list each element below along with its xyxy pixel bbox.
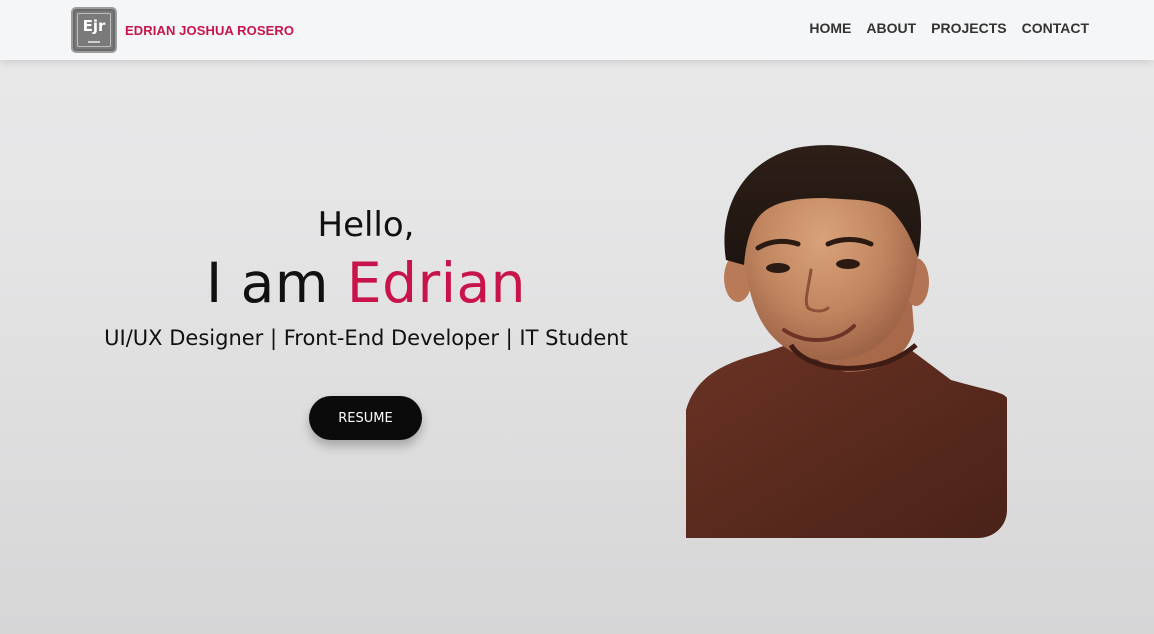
headline-name: Edrian [346, 251, 527, 315]
headline: I am Edrian [70, 253, 662, 314]
nav-contact[interactable]: CONTACT [1022, 20, 1089, 36]
hero-text: Hello, I am Edrian UI/UX Designer | Fron… [70, 205, 662, 350]
roles-subtitle: UI/UX Designer | Front-End Developer | I… [104, 325, 628, 350]
headline-prefix: I am [205, 251, 329, 315]
brand[interactable]: Ejr EDRIAN JOSHUA ROSERO [71, 7, 294, 53]
nav-about[interactable]: ABOUT [866, 20, 916, 36]
portrait-photo [686, 145, 1007, 538]
greeting: Hello, [317, 205, 415, 245]
logo-icon[interactable]: Ejr [71, 7, 117, 53]
nav-links: HOME ABOUT PROJECTS CONTACT [809, 20, 1089, 36]
brand-name[interactable]: EDRIAN JOSHUA ROSERO [125, 23, 294, 38]
logo-text: Ejr [82, 17, 106, 35]
nav-home[interactable]: HOME [809, 20, 851, 36]
navbar: Ejr EDRIAN JOSHUA ROSERO HOME ABOUT PROJ… [0, 0, 1154, 60]
nav-projects[interactable]: PROJECTS [931, 20, 1006, 36]
resume-button[interactable]: RESUME [309, 396, 422, 440]
logo-underline [73, 41, 115, 43]
